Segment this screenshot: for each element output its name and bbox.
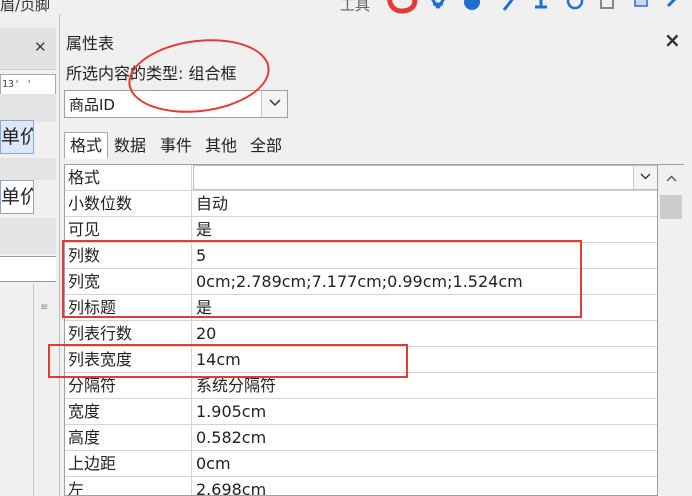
property-name: 格式 [65, 165, 192, 190]
property-value[interactable]: 系统分隔符 [193, 373, 657, 398]
property-value[interactable]: 5 [193, 243, 657, 268]
property-sheet-title: 属性表 [66, 34, 115, 53]
property-name: 上边距 [65, 451, 192, 476]
property-row[interactable]: 左 2.698cm [65, 477, 657, 495]
property-name: 列数 [65, 243, 192, 268]
form-tab[interactable] [0, 28, 56, 70]
property-sheet-header: 属性表 × [60, 28, 692, 56]
section-bar-2 [0, 158, 56, 180]
property-row[interactable]: 高度 0.582cm [65, 425, 657, 451]
property-name: 左 [65, 477, 192, 495]
form-design-panel: ✕ 13' ' 单价 单价 ≡ [0, 14, 59, 496]
property-row[interactable]: 列表宽度 14cm [65, 347, 657, 373]
section-bar [0, 94, 56, 122]
property-value[interactable]: 是 [193, 217, 657, 242]
property-row[interactable]: 上边距 0cm [65, 451, 657, 477]
unit-price-textbox-text: 单价 [1, 186, 33, 208]
panel-divider [33, 284, 34, 496]
toolbar-icons [382, 0, 692, 14]
chevron-up-icon[interactable] [658, 168, 684, 190]
property-row[interactable]: 小数位数 自动 [65, 191, 657, 217]
property-name: 小数位数 [65, 191, 192, 216]
selection-type-label: 所选内容的类型: 组合框 [66, 64, 237, 83]
form-field-text: 13' ' [2, 79, 33, 90]
tab-event[interactable]: 事件 [154, 132, 198, 159]
header-footer-label: 眉/页脚 [0, 0, 51, 14]
vertical-scrollbar[interactable] [658, 164, 684, 496]
top-toolbar-strip: 眉/页脚 工具 [0, 0, 692, 14]
tools-label: 工具 [340, 0, 371, 14]
close-form-tab-icon[interactable]: ✕ [34, 38, 47, 56]
unit-price-textbox-control[interactable]: 单价 [0, 180, 34, 214]
tab-data[interactable]: 数据 [108, 132, 152, 159]
unit-price-label-text: 单价 [1, 126, 33, 148]
chevron-down-icon[interactable] [633, 166, 657, 189]
property-row[interactable]: 列标题 是 [65, 295, 657, 321]
property-name: 列表行数 [65, 321, 192, 346]
property-row[interactable]: 格式 [65, 165, 657, 191]
property-value[interactable]: 0cm;2.789cm;7.177cm;0.99cm;1.524cm [193, 269, 657, 294]
property-row[interactable]: 宽度 1.905cm [65, 399, 657, 425]
property-grid: 格式 小数位数 自动 可见 是 列数 5 列宽 0cm;2.789cm;7.17… [64, 164, 658, 496]
property-name: 可见 [65, 217, 192, 242]
object-selector-dropdown[interactable]: 商品ID [64, 90, 288, 118]
property-value[interactable]: 是 [193, 295, 657, 320]
property-value[interactable]: 14cm [193, 347, 657, 372]
property-row[interactable]: 列数 5 [65, 243, 657, 269]
property-name: 分隔符 [65, 373, 192, 398]
property-name: 宽度 [65, 399, 192, 424]
property-row[interactable]: 可见 是 [65, 217, 657, 243]
property-name: 列宽 [65, 269, 192, 294]
property-value[interactable]: 20 [193, 321, 657, 346]
property-value[interactable]: 自动 [193, 191, 657, 216]
property-name: 列表宽度 [65, 347, 192, 372]
tab-other[interactable]: 其他 [199, 132, 243, 159]
property-value[interactable]: 2.698cm [193, 477, 657, 495]
property-value[interactable]: 1.905cm [193, 399, 657, 424]
section-bar-3 [0, 218, 56, 254]
property-value[interactable]: 0.582cm [193, 425, 657, 450]
tab-all[interactable]: 全部 [244, 132, 288, 159]
property-value[interactable] [193, 165, 657, 190]
property-name: 列标题 [65, 295, 192, 320]
property-row[interactable]: 列宽 0cm;2.789cm;7.177cm;0.99cm;1.524cm [65, 269, 657, 295]
ruler-strip [0, 256, 56, 282]
property-row[interactable]: 分隔符 系统分隔符 [65, 373, 657, 399]
object-selector-value: 商品ID [69, 96, 115, 114]
property-name: 高度 [65, 425, 192, 450]
property-sheet-pane: 属性表 × 所选内容的类型: 组合框 商品ID 格式 数据 事件 其他 全部 格… [59, 14, 692, 496]
property-row[interactable]: 列表行数 20 [65, 321, 657, 347]
scrollbar-thumb[interactable] [660, 195, 682, 219]
tab-format[interactable]: 格式 [64, 132, 108, 159]
splitter-grip[interactable]: ≡ [40, 303, 48, 313]
property-value[interactable]: 0cm [193, 451, 657, 476]
unit-price-label-control[interactable]: 单价 [0, 120, 34, 154]
chevron-down-icon[interactable] [261, 91, 287, 117]
close-icon[interactable]: × [664, 28, 681, 52]
